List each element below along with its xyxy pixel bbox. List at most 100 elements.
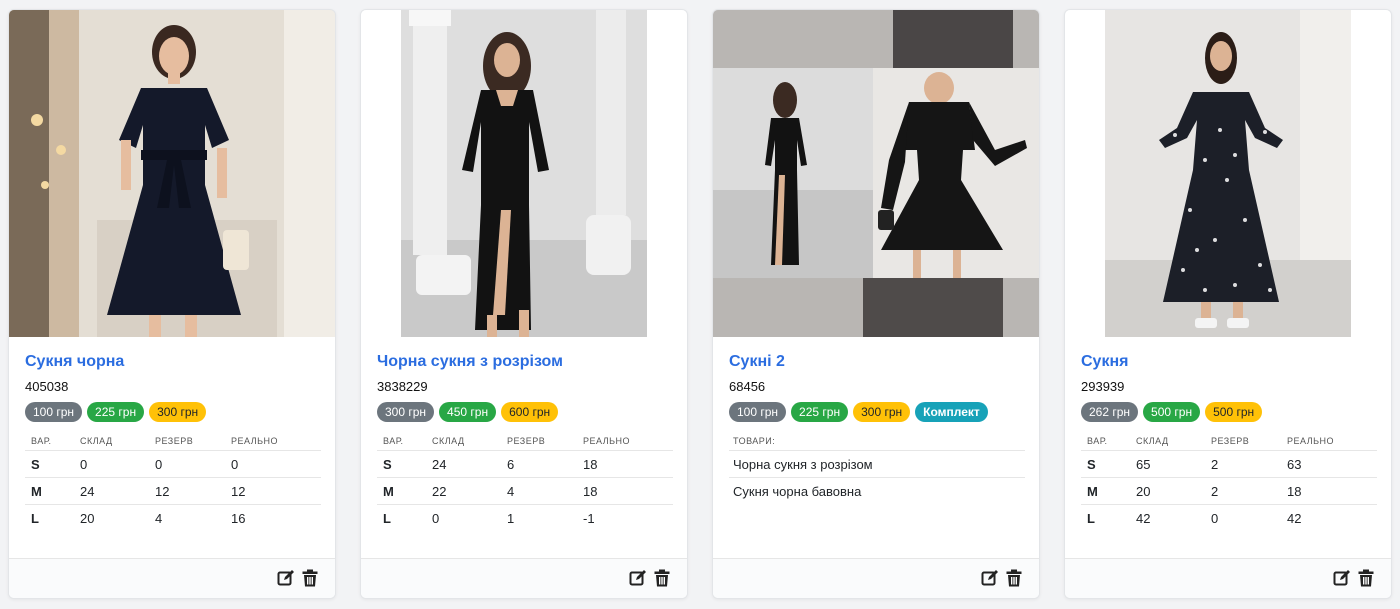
product-sku: 405038 [25,379,69,394]
table-row: L 20 4 16 [25,505,321,532]
variant-real: 18 [1287,483,1302,499]
product-photo[interactable] [361,10,687,337]
edit-icon[interactable] [1333,569,1351,587]
col-reserve: РЕЗЕРВ [507,435,546,446]
col-stock: СКЛАД [1136,435,1169,446]
variant-stock: 20 [80,511,95,526]
card-footer [1065,558,1391,598]
kit-badge: Комплект [915,402,988,422]
list-item: Чорна сукня з розрізом [729,451,1025,478]
product-card: Сукня чорна 405038 100 грн 225 грн 300 г… [8,9,336,599]
variant-stock: 42 [1136,511,1151,526]
product-card: Сукня 293939 262 грн 500 грн 500 грн ВАР… [1064,9,1392,599]
col-var: ВАР. [31,435,52,446]
price-badge-purchase: 100 грн [729,402,787,422]
price-badge-wholesale: 500 грн [1143,402,1201,422]
price-badge-purchase: 262 грн [1081,402,1139,422]
product-photo[interactable] [713,10,1039,337]
col-stock: СКЛАД [432,435,465,446]
variant-reserve: 0 [155,456,163,472]
card-actions [629,569,671,587]
kit-items-header: ТОВАРИ: [729,431,1025,451]
price-badge-purchase: 300 грн [377,402,435,422]
edit-icon[interactable] [629,569,647,587]
trash-icon[interactable] [1357,569,1375,587]
price-badge-retail: 300 грн [149,402,207,422]
variant-reserve: 1 [507,511,515,526]
variant-reserve: 2 [1211,456,1219,472]
price-badge-retail: 600 грн [501,402,559,422]
table-row: M 20 2 18 [1081,478,1377,505]
price-badge-purchase: 100 грн [25,402,83,422]
edit-icon[interactable] [981,569,999,587]
variant-stock: 0 [432,511,440,526]
col-real: РЕАЛЬНО [1287,435,1335,446]
variant-reserve: 2 [1211,483,1219,499]
card-actions [277,569,319,587]
price-badges: 100 грн 225 грн 300 грн [25,402,207,422]
product-card: Сукні 2 68456 100 грн 225 грн 300 грн Ко… [712,9,1040,599]
variant-reserve: 4 [155,511,163,526]
product-title[interactable]: Сукня чорна [25,353,124,371]
trash-icon[interactable] [1005,569,1023,587]
table-row: L 0 1 -1 [377,505,673,532]
variant-size: S [383,456,392,472]
variant-stock: 22 [432,483,447,499]
card-actions [1333,569,1375,587]
col-reserve: РЕЗЕРВ [155,435,194,446]
variant-reserve: 0 [1211,511,1219,526]
variant-real: 42 [1287,511,1302,526]
price-badges: 262 грн 500 грн 500 грн [1081,402,1263,422]
edit-icon[interactable] [277,569,295,587]
variant-real: -1 [583,511,595,526]
price-badges: 300 грн 450 грн 600 грн [377,402,559,422]
stock-table-header: ВАР. СКЛАД РЕЗЕРВ РЕАЛЬНО [377,431,673,451]
product-sku: 293939 [1081,379,1125,394]
kit-items-list: ТОВАРИ: Чорна сукня з розрізом Сукня чор… [729,431,1025,505]
variant-reserve: 12 [155,483,170,499]
table-row: M 22 4 18 [377,478,673,505]
product-title[interactable]: Чорна сукня з розрізом [377,353,563,371]
price-badge-wholesale: 225 грн [87,402,145,422]
variant-size: S [1087,456,1096,472]
variant-stock: 24 [432,456,447,472]
price-badge-wholesale: 225 грн [791,402,849,422]
variant-size: M [31,483,42,499]
col-reserve: РЕЗЕРВ [1211,435,1250,446]
trash-icon[interactable] [653,569,671,587]
variant-stock: 65 [1136,456,1151,472]
variant-size: L [31,511,39,526]
col-real: РЕАЛЬНО [583,435,631,446]
variant-stock: 24 [80,483,95,499]
trash-icon[interactable] [301,569,319,587]
variant-real: 0 [231,456,239,472]
price-badge-retail: 500 грн [1205,402,1263,422]
variant-size: S [31,456,40,472]
product-title[interactable]: Сукні 2 [729,353,785,371]
variant-real: 12 [231,483,246,499]
card-footer [9,558,335,598]
variant-size: M [383,483,394,499]
variant-stock: 20 [1136,483,1151,499]
variant-real: 16 [231,511,246,526]
stock-table: ВАР. СКЛАД РЕЗЕРВ РЕАЛЬНО S 24 6 18 M 22… [377,431,673,532]
table-row: M 24 12 12 [25,478,321,505]
stock-table: ВАР. СКЛАД РЕЗЕРВ РЕАЛЬНО S 0 0 0 M 24 1… [25,431,321,532]
variant-real: 63 [1287,456,1302,472]
price-badge-wholesale: 450 грн [439,402,497,422]
list-item: Сукня чорна бавовна [733,484,862,499]
col-real: РЕАЛЬНО [231,435,279,446]
product-title[interactable]: Сукня [1081,353,1128,371]
variant-size: L [1087,511,1095,526]
variant-reserve: 6 [507,456,515,472]
stock-table-header: ВАР. СКЛАД РЕЗЕРВ РЕАЛЬНО [1081,431,1377,451]
table-row: S 65 2 63 [1081,451,1377,478]
table-row: S 0 0 0 [25,451,321,478]
product-photo[interactable] [9,10,335,337]
table-row: L 42 0 42 [1081,505,1377,532]
stock-table-header: ВАР. СКЛАД РЕЗЕРВ РЕАЛЬНО [25,431,321,451]
table-row: S 24 6 18 [377,451,673,478]
product-photo[interactable] [1065,10,1391,337]
stock-table: ВАР. СКЛАД РЕЗЕРВ РЕАЛЬНО S 65 2 63 M 20… [1081,431,1377,532]
col-var: ВАР. [1087,435,1108,446]
